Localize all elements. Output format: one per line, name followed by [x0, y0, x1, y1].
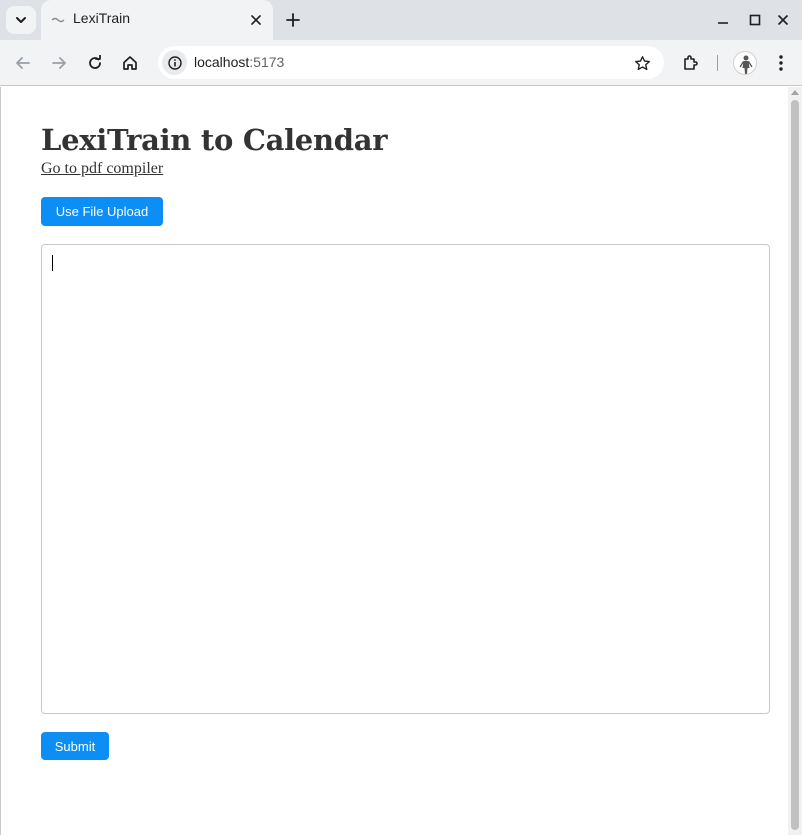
home-icon — [123, 56, 137, 70]
address-bar[interactable]: localhost:5173 — [158, 46, 664, 79]
minimize-icon — [718, 22, 728, 24]
tab-lexitrain[interactable]: LexiTrain — [41, 0, 273, 40]
site-info-button[interactable] — [162, 50, 187, 75]
tab-strip: LexiTrain — [0, 0, 802, 40]
tab-favicon-icon — [51, 13, 65, 27]
more-menu-icon — [779, 55, 783, 71]
close-icon — [251, 15, 261, 25]
page-viewport: LexiTrain to Calendar Go to pdf compiler… — [0, 87, 802, 835]
profile-icon — [739, 55, 753, 74]
use-file-upload-button[interactable]: Use File Upload — [41, 197, 163, 226]
text-input-area[interactable] — [41, 244, 770, 714]
scroll-up-arrow[interactable] — [791, 90, 799, 95]
text-caret — [52, 255, 53, 271]
chevron-down-icon — [16, 17, 26, 23]
window-close-button[interactable] — [772, 9, 794, 31]
url-text: localhost:5173 — [194, 54, 284, 70]
new-tab-button[interactable] — [282, 9, 304, 31]
reload-button[interactable] — [81, 49, 109, 77]
more-menu-button[interactable] — [767, 49, 795, 77]
profile-avatar[interactable] — [733, 51, 757, 75]
extensions-icon — [684, 55, 698, 70]
scroll-thumb[interactable] — [791, 100, 799, 830]
browser-toolbar: localhost:5173 — [0, 40, 802, 86]
extensions-button[interactable] — [677, 49, 705, 77]
reload-icon — [89, 55, 101, 69]
tab-title: LexiTrain — [73, 10, 131, 26]
pdf-compiler-link[interactable]: Go to pdf compiler — [41, 160, 163, 178]
window-close-icon — [777, 14, 789, 26]
back-button[interactable] — [9, 49, 37, 77]
maximize-button[interactable] — [744, 9, 766, 31]
vertical-scrollbar[interactable] — [788, 87, 802, 835]
toolbar-separator — [717, 55, 718, 71]
bookmark-button[interactable] — [630, 51, 654, 75]
plus-icon — [286, 13, 300, 27]
url-host: localhost — [194, 54, 250, 70]
star-icon — [634, 55, 650, 70]
submit-button[interactable]: Submit — [41, 732, 109, 760]
forward-icon — [52, 57, 66, 69]
site-info-icon — [167, 55, 182, 70]
forward-button[interactable] — [45, 49, 73, 77]
tab-search-button[interactable] — [6, 6, 36, 34]
minimize-button[interactable] — [712, 9, 734, 31]
viewport-left-border — [0, 87, 1, 835]
home-button[interactable] — [116, 49, 144, 77]
page-title: LexiTrain to Calendar — [41, 123, 388, 157]
tab-close-button[interactable] — [247, 11, 265, 29]
back-icon — [16, 57, 30, 69]
url-port: :5173 — [249, 54, 285, 70]
maximize-icon — [749, 14, 761, 26]
browser-window: LexiTrain localhost:5173 LexiTrain to Ca… — [0, 0, 802, 835]
